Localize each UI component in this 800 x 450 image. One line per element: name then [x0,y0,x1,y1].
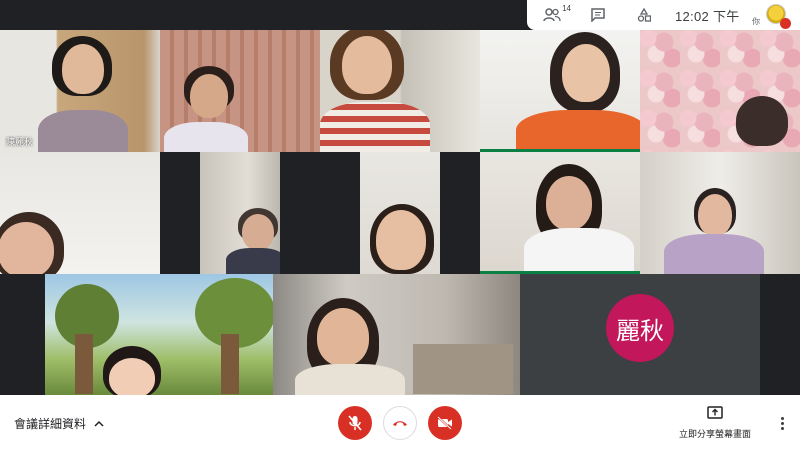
participant-face [0,222,54,274]
tree-trunk [75,334,93,394]
self-mic-off-icon [780,18,791,29]
video-tile-spacer [0,274,45,395]
chat-icon [591,8,605,22]
participants-count: 14 [562,4,571,13]
chat-button[interactable] [585,2,611,28]
video-tile[interactable]: 麗秋 [520,274,760,395]
video-tile-spacer [160,152,200,274]
participant-body [320,102,430,152]
video-tile-spacer [280,152,360,274]
participant-body [516,110,640,152]
participant-body [164,122,248,152]
participant-face [342,36,392,94]
chevron-up-icon [94,420,104,427]
participant-face [109,358,155,395]
participant-body [664,234,764,274]
video-tile[interactable] [160,30,320,152]
meeting-status-bar: 14 12:02 下午 你 [527,0,800,30]
self-indicator[interactable]: 你 [752,0,796,30]
room-furniture [413,344,513,394]
video-tile[interactable] [480,152,640,274]
video-tile[interactable] [640,152,800,274]
meeting-controls-bar: 會議詳細資料 立即分享螢幕畫面 [0,395,800,450]
video-tile-spacer [440,152,480,274]
meeting-details-button[interactable]: 會議詳細資料 [14,415,104,432]
participant-face [62,44,104,94]
people-icon [543,8,561,22]
participant-body [295,364,405,395]
participant-body [38,110,128,152]
present-screen-icon [707,406,723,419]
hang-up-icon [393,421,407,426]
more-vert-icon-dot [780,426,784,430]
participant-face [562,44,610,102]
present-now-button[interactable]: 立即分享螢幕畫面 [660,405,770,440]
participant-face [242,214,274,250]
present-now-label: 立即分享螢幕畫面 [678,430,751,440]
mic-off-icon [348,415,362,431]
video-tile[interactable]: 陳麗秋 [0,30,160,152]
video-tile[interactable] [360,152,440,274]
more-vert-icon-dot [780,421,784,425]
participant-hair [736,96,788,146]
avatar-initials: 麗秋 [616,316,664,345]
video-tile[interactable] [0,152,160,274]
meeting-details-label: 會議詳細資料 [14,417,87,431]
mic-toggle-button[interactable] [338,406,372,440]
camera-off-icon [437,416,452,430]
video-tile[interactable] [320,30,480,152]
participant-name: 陳麗秋 [6,137,34,147]
clock-time: 12:02 下午 [675,8,740,24]
tree-trunk [221,334,239,394]
participant-face [698,194,732,236]
participant-avatar: 麗秋 [606,294,674,362]
video-tile[interactable] [45,274,273,395]
participants-button[interactable]: 14 [539,2,571,28]
participant-body [226,248,280,274]
video-tile[interactable] [480,30,640,152]
participant-face [546,176,592,230]
video-tile[interactable] [640,30,800,152]
shapes-icon [637,8,651,22]
leave-call-button[interactable] [383,406,417,440]
self-label: 你 [752,17,760,26]
video-tile[interactable] [200,152,280,274]
camera-toggle-button[interactable] [428,406,462,440]
video-tile[interactable] [273,274,520,395]
more-vert-icon [780,416,784,420]
participant-face [376,210,426,270]
participant-face [190,74,228,118]
participant-face [317,308,369,366]
video-grid: 陳麗秋 麗秋 [0,30,800,395]
video-tile-spacer [760,274,800,395]
activities-button[interactable] [631,2,657,28]
more-options-button[interactable] [774,412,790,434]
participant-body [524,228,634,271]
